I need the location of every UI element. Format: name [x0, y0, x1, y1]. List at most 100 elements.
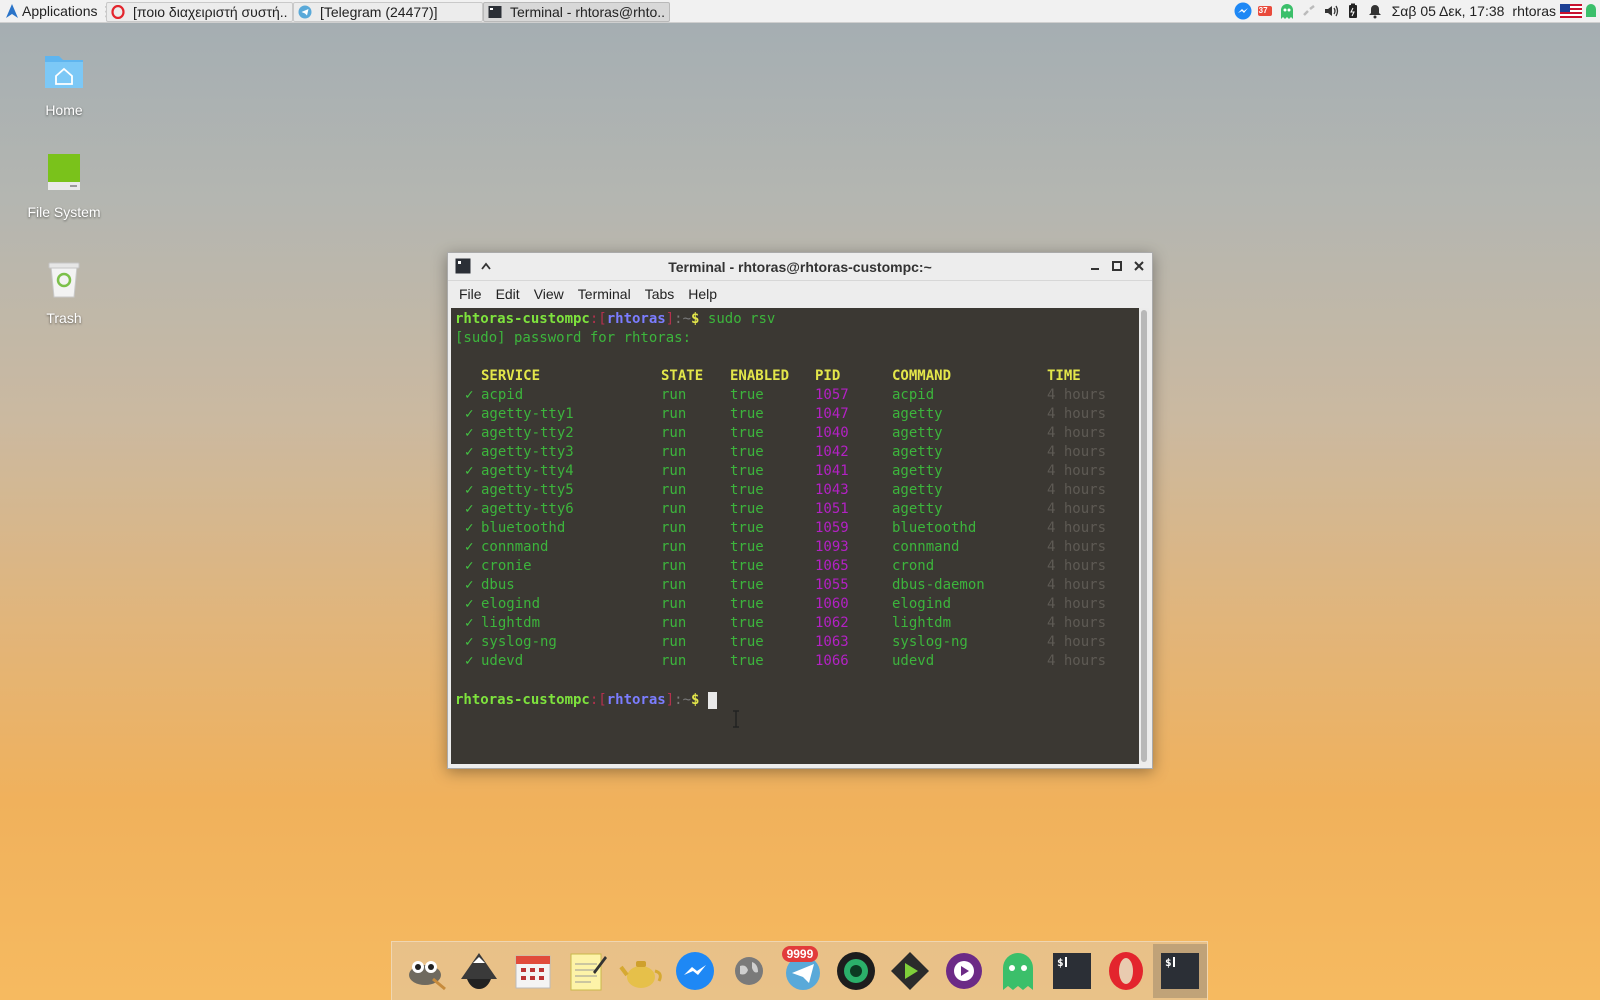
task-button-opera[interactable]: [ποιο διαχειριστή συστή... [106, 1, 293, 22]
close-button[interactable] [1130, 257, 1148, 275]
network-tray-icon[interactable] [1298, 0, 1320, 22]
cell-pid: 1040 [815, 425, 849, 441]
dock-item-notes[interactable] [560, 944, 614, 998]
notification-bell-icon[interactable] [1364, 0, 1386, 22]
cell-enabled: true [730, 653, 764, 669]
minimize-button[interactable] [1086, 257, 1104, 275]
dock-item-ghost[interactable] [991, 944, 1045, 998]
table-row: ✓ acpid run true 1057 acpid 4 hours [455, 386, 1135, 405]
cell-state: run [661, 501, 687, 517]
menu-tabs[interactable]: Tabs [638, 286, 682, 302]
table-row: ✓ lightdm run true 1062 lightdm 4 hours [455, 614, 1135, 633]
cell-enabled: true [730, 596, 764, 612]
mail-tray-icon[interactable]: 37 [1254, 0, 1276, 22]
window-titlebar[interactable]: Terminal - rhtoras@rhtoras-custompc:~ [448, 253, 1152, 281]
dock-item-inkscape[interactable] [452, 944, 506, 998]
dock-item-media[interactable] [937, 944, 991, 998]
cell-service: udevd [481, 653, 524, 669]
dock-item-terminal[interactable]: $ [1045, 944, 1099, 998]
task-label: Terminal - rhtoras@rhto... [510, 3, 665, 20]
cell-enabled: true [730, 387, 764, 403]
svg-text:$: $ [1165, 956, 1172, 969]
prompt-user: rhtoras [606, 311, 666, 327]
player-icon [891, 952, 930, 990]
dock-item-player[interactable] [883, 944, 937, 998]
terminal-output[interactable]: rhtoras-custompc:[rhtoras]:~$ sudo rsv [… [451, 308, 1139, 764]
dock-item-gimp[interactable] [398, 944, 452, 998]
cell-enabled: true [730, 558, 764, 574]
scrollbar-thumb[interactable] [1141, 310, 1147, 762]
desktop-icon-label: Trash [46, 310, 82, 326]
top-panel: Applications ⋮ [ποιο διαχειριστή συστή..… [0, 0, 1600, 23]
cell-time: 4 hours [1047, 653, 1107, 669]
dock-item-telegram[interactable]: 9999 [776, 944, 830, 998]
desktop-icon-trash[interactable]: Trash [9, 258, 119, 326]
battery-icon[interactable] [1342, 0, 1364, 22]
prompt-separator: :[ [589, 311, 607, 327]
desktop-icon-home[interactable]: Home [9, 50, 119, 118]
dock-item-terminal-active[interactable]: $ [1153, 944, 1208, 998]
table-row: ✓ dbus run true 1055 dbus-daemon 4 hours [455, 576, 1135, 595]
cell-time: 4 hours [1047, 463, 1107, 479]
col-service: SERVICE [481, 368, 541, 384]
prompt-line: rhtoras-custompc:[rhtoras]:~$ [455, 691, 717, 710]
desktop-icon-label: Home [45, 102, 83, 118]
table-row: ✓ agetty-tty1 run true 1047 agetty 4 hours [455, 405, 1135, 424]
table-header: SERVICE STATE ENABLED PID COMMAND TIME [455, 367, 1135, 386]
col-time: TIME [1047, 368, 1081, 384]
prompt-user: rhtoras [606, 692, 666, 708]
cell-enabled: true [730, 634, 764, 650]
task-button-terminal[interactable]: Terminal - rhtoras@rhto... [483, 1, 670, 22]
cell-enabled: true [730, 501, 764, 517]
terminal-window[interactable]: Terminal - rhtoras@rhtoras-custompc:~ Fi… [447, 252, 1153, 769]
notes-icon [570, 953, 607, 991]
table-row: ✓ agetty-tty2 run true 1040 agetty 4 hours [455, 424, 1135, 443]
globe-icon [734, 957, 763, 985]
clock[interactable]: Σαβ 05 Δεκ, 17:38 [1386, 3, 1511, 19]
cell-command: dbus-daemon [892, 577, 985, 593]
menu-file[interactable]: File [452, 286, 489, 302]
us-flag-icon[interactable] [1560, 0, 1582, 22]
cell-time: 4 hours [1047, 615, 1107, 631]
cell-service: agetty-tty5 [481, 482, 574, 498]
cell-time: 4 hours [1047, 558, 1107, 574]
dock-item-teapot[interactable] [614, 944, 668, 998]
cell-service: agetty-tty6 [481, 501, 574, 517]
dock-item-messenger[interactable] [668, 944, 722, 998]
applications-label: Applications [22, 3, 98, 19]
menu-terminal[interactable]: Terminal [571, 286, 638, 302]
user-menu[interactable]: rhtoras [1510, 3, 1560, 19]
menu-view[interactable]: View [527, 286, 571, 302]
menu-edit[interactable]: Edit [489, 286, 527, 302]
cell-service: agetty-tty3 [481, 444, 574, 460]
cell-service: bluetoothd [481, 520, 566, 536]
messenger-tray-icon[interactable] [1232, 0, 1254, 22]
volume-icon[interactable] [1320, 0, 1342, 22]
cell-command: udevd [892, 653, 935, 669]
maximize-button[interactable] [1108, 257, 1126, 275]
android-icon[interactable] [1582, 0, 1600, 22]
ghost-tray-icon[interactable] [1276, 0, 1298, 22]
dock-item-globe[interactable] [722, 944, 776, 998]
check-icon: ✓ [465, 425, 474, 441]
cell-state: run [661, 634, 687, 650]
prompt-host: rhtoras-custompc [455, 311, 590, 327]
menu-help[interactable]: Help [681, 286, 724, 302]
cell-enabled: true [730, 425, 764, 441]
task-button-telegram[interactable]: [Telegram (24477)] [293, 1, 483, 22]
terminal-scrollbar[interactable] [1139, 308, 1149, 764]
desktop-icon-filesystem[interactable]: File System [9, 152, 119, 220]
applications-menu-button[interactable]: Applications ⋮ [0, 0, 106, 22]
dock-item-camera[interactable] [830, 944, 884, 998]
cell-service: agetty-tty4 [481, 463, 574, 479]
cell-pid: 1093 [815, 539, 849, 555]
terminal-icon [488, 5, 502, 18]
window-title: Terminal - rhtoras@rhtoras-custompc:~ [668, 259, 932, 275]
dock-item-opera[interactable] [1099, 944, 1153, 998]
dock-item-calendar[interactable] [506, 944, 560, 998]
cell-command: agetty [892, 444, 943, 460]
check-icon: ✓ [465, 501, 474, 517]
check-icon: ✓ [465, 653, 474, 669]
media-icon [946, 953, 983, 989]
cell-state: run [661, 425, 687, 441]
